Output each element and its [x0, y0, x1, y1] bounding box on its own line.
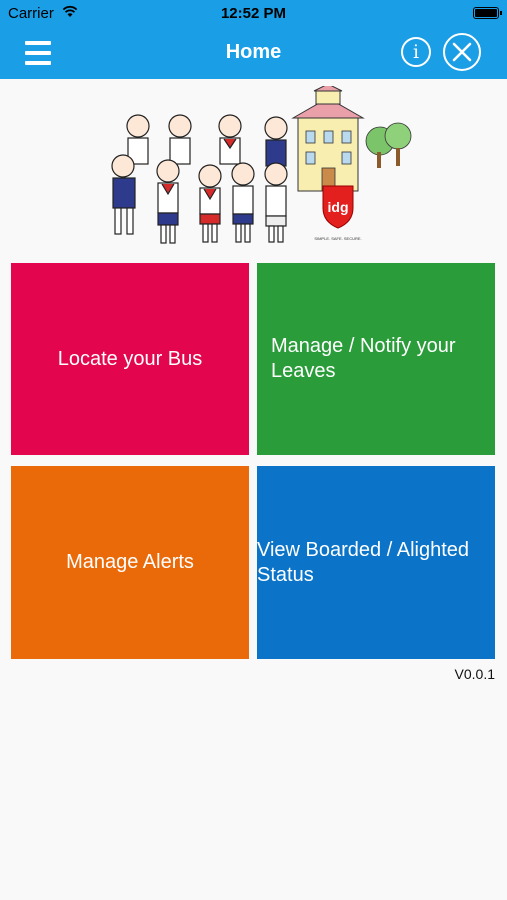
nav-bar: Home i — [0, 28, 507, 79]
close-icon[interactable] — [443, 33, 481, 71]
info-icon[interactable]: i — [401, 37, 431, 67]
trees-image — [365, 122, 412, 168]
boarded-status-tile[interactable]: View Boarded / Alighted Status — [257, 466, 495, 659]
locate-bus-label: Locate your Bus — [57, 347, 203, 370]
manage-leaves-tile[interactable]: Manage / Notify your Leaves — [257, 263, 495, 455]
status-time: 12:52 PM — [220, 5, 287, 22]
children-illustration — [111, 114, 288, 244]
school-banner-illustration: idg SIMPLE. SAFE. SECURE. — [111, 86, 412, 244]
manage-alerts-tile[interactable]: Manage Alerts — [11, 466, 249, 659]
boarded-status-label: View Boarded / Alighted Status — [257, 538, 470, 586]
manage-leaves-label: Manage / Notify your Leaves — [271, 335, 456, 382]
locate-bus-tile[interactable]: Locate your Bus — [11, 263, 249, 455]
status-bar: Carrier 12:52 PM — [0, 0, 507, 28]
battery-icon — [473, 7, 502, 19]
close-x-glyph — [452, 42, 472, 62]
svg-text:idg: idg — [328, 199, 349, 215]
school-building-image — [291, 86, 365, 192]
manage-alerts-label: Manage Alerts — [66, 551, 194, 573]
idg-logo: idg SIMPLE. SAFE. SECURE. — [314, 185, 362, 241]
svg-text:SIMPLE. SAFE. SECURE.: SIMPLE. SAFE. SECURE. — [314, 236, 361, 241]
version-label: V0.0.1 — [454, 666, 495, 682]
